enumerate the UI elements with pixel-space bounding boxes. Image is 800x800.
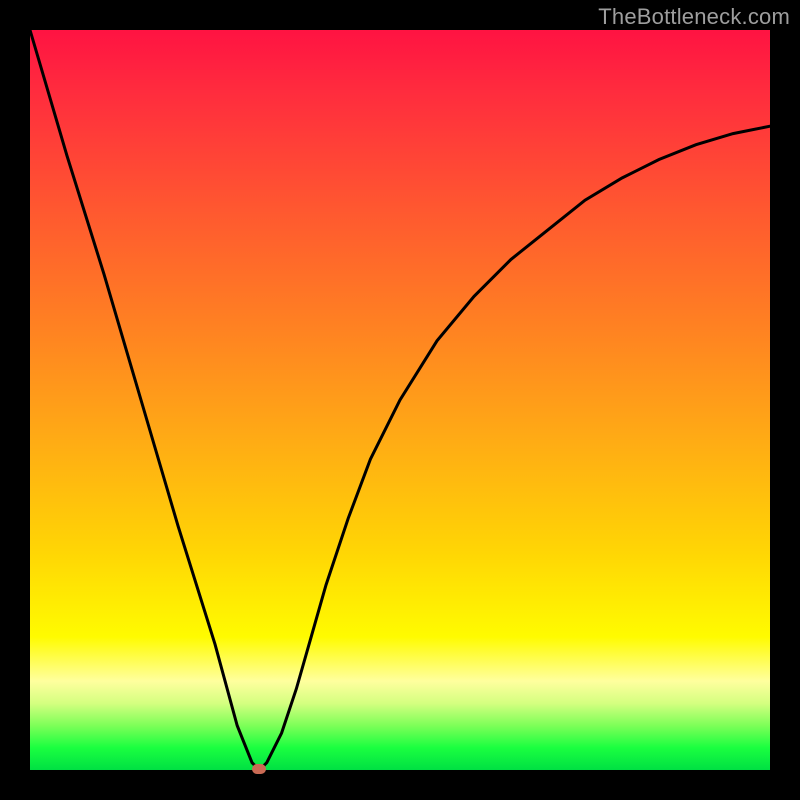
- curve-path: [30, 30, 770, 770]
- minimum-marker: [252, 764, 266, 774]
- chart-frame: TheBottleneck.com: [0, 0, 800, 800]
- plot-area: [30, 30, 770, 770]
- watermark-text: TheBottleneck.com: [598, 4, 790, 30]
- bottleneck-curve: [30, 30, 770, 770]
